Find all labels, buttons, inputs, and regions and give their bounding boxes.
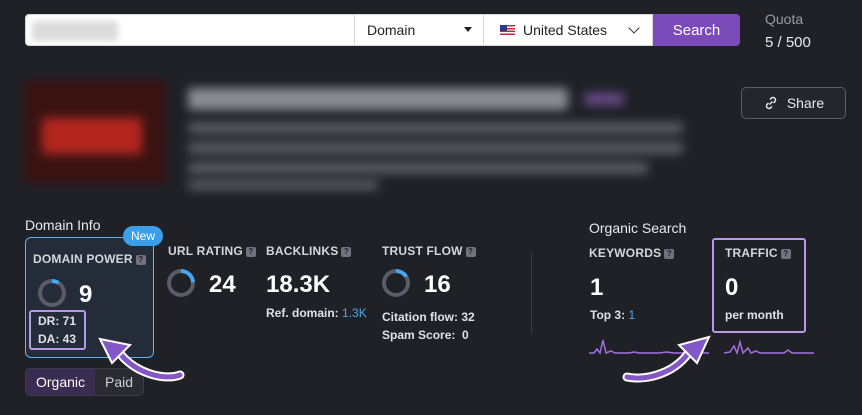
trust-flow-label: TRUST FLOW? bbox=[382, 244, 476, 258]
link-icon bbox=[765, 96, 777, 110]
top3-link[interactable]: 1 bbox=[628, 308, 635, 322]
trust-flow-ring bbox=[382, 269, 410, 297]
site-tag-blurred bbox=[584, 93, 624, 105]
quota-value: 5 / 500 bbox=[765, 34, 811, 51]
trust-flow-value: 16 bbox=[424, 271, 451, 298]
domain-power-label-text: DOMAIN POWER bbox=[33, 252, 133, 266]
traffic-sparkline bbox=[724, 339, 814, 356]
section-divider bbox=[531, 253, 532, 333]
country-select-value: United States bbox=[523, 22, 608, 38]
keywords-label: KEYWORDS? bbox=[589, 246, 675, 260]
url-rating-value: 24 bbox=[209, 271, 236, 298]
traffic-label: TRAFFIC? bbox=[725, 246, 791, 260]
domain-select[interactable]: Domain bbox=[354, 14, 484, 46]
country-select[interactable]: United States bbox=[483, 14, 653, 46]
share-button[interactable]: Share bbox=[741, 87, 846, 119]
chevron-down-icon bbox=[628, 22, 640, 34]
search-input-blurred-value bbox=[32, 21, 118, 41]
annotation-arrow-left bbox=[98, 337, 185, 382]
help-icon[interactable]: ? bbox=[780, 249, 791, 259]
top3-label: Top 3: bbox=[590, 308, 626, 322]
traffic-label-text: TRAFFIC bbox=[725, 246, 778, 260]
domain-info-title: Domain Info bbox=[25, 217, 101, 233]
top3: Top 3: 1 bbox=[590, 308, 635, 322]
ref-domain-link[interactable]: 1.3K bbox=[342, 306, 367, 320]
url-rating-label-text: URL RATING bbox=[168, 244, 243, 258]
annotation-arrow-right bbox=[622, 335, 711, 383]
domain-power-value: 9 bbox=[79, 281, 93, 308]
domain-power-label: DOMAIN POWER? bbox=[33, 252, 146, 266]
help-icon[interactable]: ? bbox=[664, 249, 675, 259]
url-rating-label: URL RATING? bbox=[168, 244, 256, 258]
us-flag-icon bbox=[500, 25, 515, 35]
da-value: DA: 43 bbox=[38, 332, 77, 346]
share-label: Share bbox=[786, 95, 825, 111]
caret-down-icon bbox=[464, 27, 472, 32]
backlinks-label-text: BACKLINKS bbox=[266, 244, 339, 258]
site-description-blurred-1 bbox=[188, 122, 683, 134]
traffic-value: 0 bbox=[725, 274, 739, 301]
domain-power-ring bbox=[38, 279, 66, 307]
backlinks-label: BACKLINKS? bbox=[266, 244, 352, 258]
site-description-blurred-4 bbox=[188, 180, 378, 190]
help-icon[interactable]: ? bbox=[245, 247, 256, 257]
site-description-blurred-3 bbox=[188, 162, 648, 174]
site-title-blurred bbox=[188, 88, 568, 110]
spam-score: Spam Score: 0 bbox=[382, 328, 469, 342]
ref-domain-label: Ref. domain: bbox=[266, 306, 339, 320]
keywords-label-text: KEYWORDS bbox=[589, 246, 662, 260]
dr-value: DR: 71 bbox=[38, 314, 77, 328]
trust-flow-label-text: TRUST FLOW bbox=[382, 244, 463, 258]
search-input[interactable] bbox=[25, 14, 355, 46]
help-icon[interactable]: ? bbox=[465, 247, 476, 257]
organic-search-title: Organic Search bbox=[589, 220, 687, 236]
site-thumbnail bbox=[24, 80, 166, 184]
ref-domain: Ref. domain: 1.3K bbox=[266, 306, 367, 320]
new-badge: New bbox=[123, 226, 163, 246]
url-rating-ring bbox=[167, 269, 195, 297]
tab-organic[interactable]: Organic bbox=[26, 369, 96, 395]
traffic-unit: per month bbox=[725, 308, 784, 322]
backlinks-value: 18.3K bbox=[266, 271, 331, 298]
citation-flow: Citation flow: 32 bbox=[382, 310, 475, 324]
site-description-blurred-2 bbox=[188, 142, 683, 154]
help-icon[interactable]: ? bbox=[135, 255, 146, 265]
keywords-value: 1 bbox=[590, 274, 604, 301]
quota-label: Quota bbox=[765, 11, 804, 27]
domain-select-value: Domain bbox=[367, 22, 416, 38]
help-icon[interactable]: ? bbox=[341, 247, 352, 257]
search-button[interactable]: Search bbox=[653, 14, 740, 46]
